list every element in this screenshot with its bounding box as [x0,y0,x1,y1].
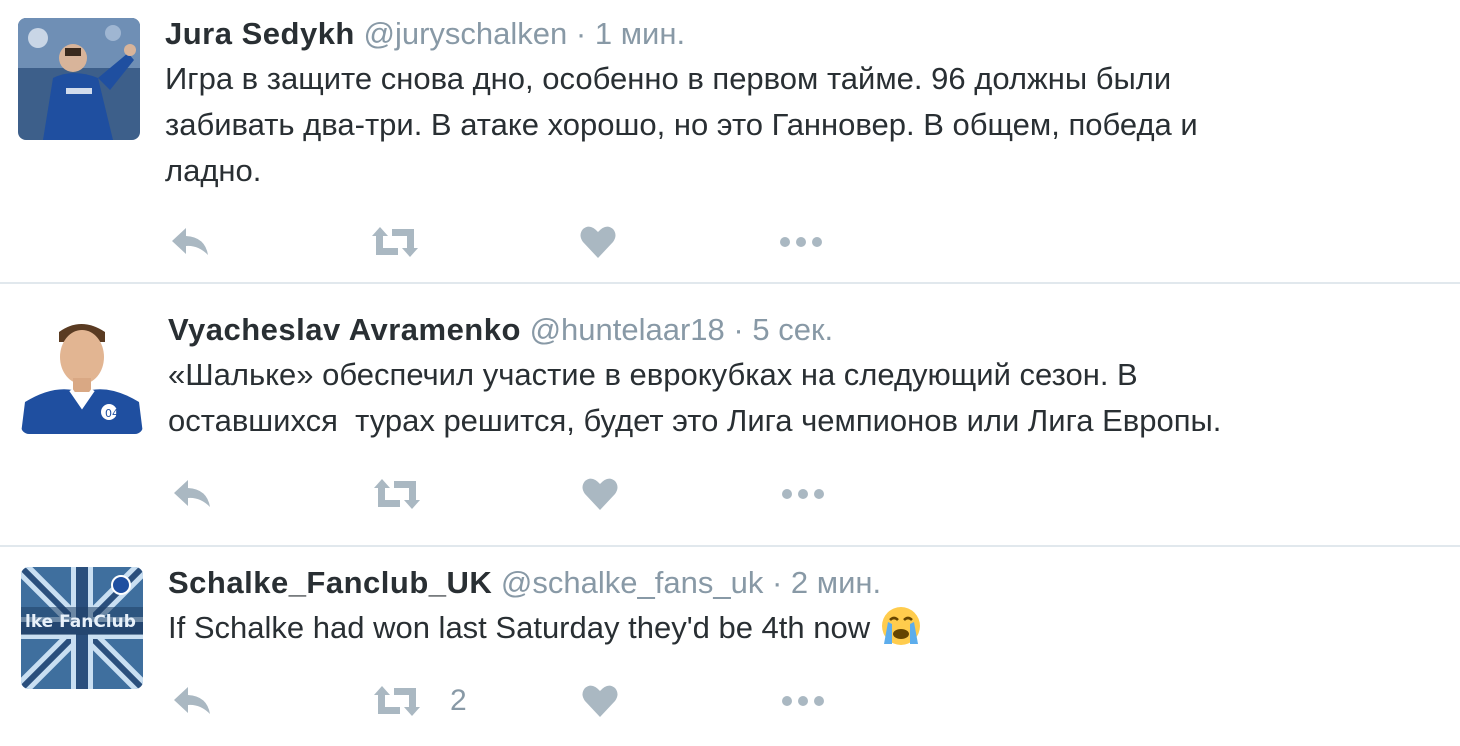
tweet-timestamp[interactable]: 1 мин. [595,16,685,51]
reply-button[interactable] [170,681,214,721]
retweet-button[interactable] [370,474,450,514]
author-username[interactable]: @huntelaar18 [530,312,725,347]
more-button[interactable] [776,222,826,262]
reply-icon [174,480,210,507]
reply-button[interactable] [168,222,212,262]
author-fullname[interactable]: Vyacheslav Avramenko [168,312,521,347]
retweet-button[interactable] [368,222,448,262]
more-button[interactable] [778,681,828,721]
reply-icon [172,228,208,255]
avatar[interactable]: lke FanClub [21,567,143,689]
retweet-count: 2 [450,684,467,717]
more-dots-icon [782,696,824,706]
like-button[interactable] [580,681,620,721]
retweet-button[interactable]: 2 [370,681,467,721]
heart-icon [582,478,618,510]
avatar-image [18,18,140,140]
tweet-timestamp[interactable]: 5 сек. [752,312,833,347]
tweet-item[interactable]: Jura Sedykh @juryschalken · 1 мин. Игра … [0,0,1460,283]
author-username[interactable]: @juryschalken [364,16,568,51]
retweet-icon [372,227,418,257]
heart-icon [580,226,616,258]
reply-icon [174,687,210,714]
tweet-header: Vyacheslav Avramenko @huntelaar18 · 5 се… [168,312,833,348]
tweet-text-content: If Schalke had won last Saturday they'd … [168,610,871,645]
author-fullname[interactable]: Jura Sedykh [165,16,355,51]
tweet-header: Jura Sedykh @juryschalken · 1 мин. [165,16,685,52]
tweet-header: Schalke_Fanclub_UK @schalke_fans_uk · 2 … [168,565,881,601]
like-button[interactable] [578,222,618,262]
tweet-timestamp[interactable]: 2 мин. [791,565,881,600]
tweet-item[interactable]: lke FanClub Schalke_Fanclub_UK @schalke_… [0,547,1460,746]
tweet-item[interactable]: 04 Vyacheslav Avramenko @huntelaar18 · 5… [0,284,1460,546]
crying-face-emoji [881,606,920,645]
tweet-text: If Schalke had won last Saturday they'd … [168,605,1438,651]
header-separator: · [575,16,587,51]
author-username[interactable]: @schalke_fans_uk [501,565,763,600]
retweet-icon [374,479,420,509]
more-button[interactable] [778,474,828,514]
avatar[interactable] [18,18,140,140]
header-separator: · [733,312,744,347]
header-separator: · [771,565,783,600]
svg-text:04: 04 [105,407,119,420]
svg-text:lke FanClub: lke FanClub [25,612,136,632]
more-dots-icon [780,237,822,247]
tweet-text: Игра в защите снова дно, особенно в перв… [165,61,1198,188]
avatar-image: lke FanClub [21,567,143,689]
tweet-text: «Шальке» обеспечил участие в еврокубках … [168,357,1222,438]
author-fullname[interactable]: Schalke_Fanclub_UK [168,565,492,600]
like-button[interactable] [580,474,620,514]
heart-icon [582,685,618,717]
reply-button[interactable] [170,474,214,514]
retweet-icon [374,686,420,716]
more-dots-icon [782,489,824,499]
avatar-image: 04 [21,312,143,434]
avatar[interactable]: 04 [21,312,143,434]
